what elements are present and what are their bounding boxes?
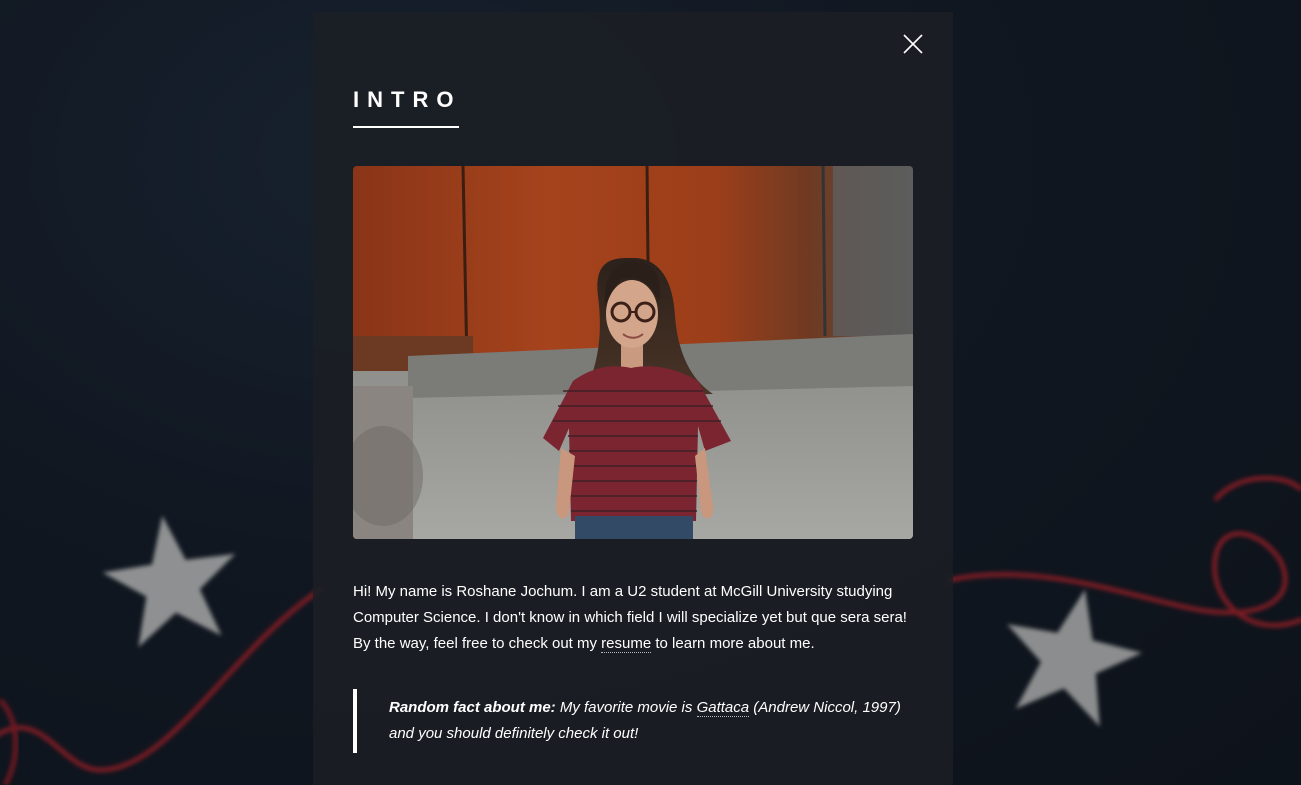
intro-modal: Intro: [313, 12, 953, 785]
intro-text-end: to learn more about me.: [651, 635, 815, 652]
close-button[interactable]: [893, 32, 933, 56]
profile-photo: [353, 166, 913, 539]
intro-paragraph: Hi! My name is Roshane Jochum. I am a U2…: [353, 579, 913, 657]
close-icon: [903, 34, 923, 54]
fact-label: Random fact about me:: [389, 699, 556, 716]
gattaca-link[interactable]: Gattaca: [696, 699, 750, 717]
fact-text-start: My favorite movie is: [555, 699, 697, 716]
page-title: Intro: [353, 84, 459, 128]
resume-link[interactable]: resume: [601, 635, 652, 653]
random-fact-quote: Random fact about me: My favorite movie …: [353, 689, 913, 753]
profile-photo-illustration: [353, 166, 913, 539]
